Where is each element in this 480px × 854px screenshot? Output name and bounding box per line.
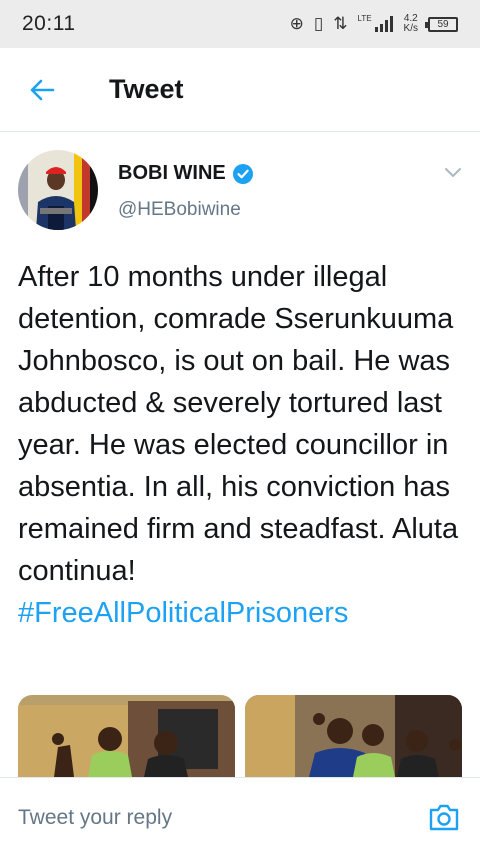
tweet-body: After 10 months under illegal detention,… <box>18 256 466 634</box>
avatar[interactable] <box>18 150 98 230</box>
display-name-text: BOBI WINE <box>118 162 226 184</box>
media-photo-1[interactable] <box>18 695 235 777</box>
arrow-left-icon[interactable] <box>28 76 56 104</box>
network-type: LTE <box>357 13 372 23</box>
vibrate-icon: ▯ <box>313 13 324 34</box>
chevron-down-icon[interactable] <box>444 164 462 182</box>
hashtag-link[interactable]: #FreeAllPoliticalPrisoners <box>18 592 466 634</box>
tweet-media <box>18 695 462 777</box>
status-time: 20:11 <box>22 12 76 35</box>
status-bar: 20:11 ⊕ ▯ ⇅ LTE 4.2 K/s 59 <box>0 0 480 48</box>
reply-bar: Tweet your reply <box>0 777 480 854</box>
tweet-text: After 10 months under illegal detention,… <box>18 261 459 587</box>
add-circle-icon: ⊕ <box>289 13 304 34</box>
tweet-author: BOBI WINE @HEBobiwine <box>18 150 462 240</box>
media-photo-2[interactable] <box>245 695 462 777</box>
user-handle[interactable]: @HEBobiwine <box>118 199 241 221</box>
battery-icon: 59 <box>425 16 458 32</box>
status-icons: ⊕ ▯ ⇅ LTE 4.2 K/s 59 <box>290 14 458 34</box>
camera-icon[interactable] <box>428 802 460 832</box>
display-name[interactable]: BOBI WINE <box>118 162 254 185</box>
speed-unit: K/s <box>403 23 418 34</box>
page-title: Tweet <box>109 74 184 104</box>
app-header: Tweet <box>0 48 480 132</box>
verified-badge-icon <box>232 163 253 184</box>
battery-level: 59 <box>437 18 449 30</box>
network-speed: 4.2 K/s <box>404 14 418 34</box>
data-arrows-icon: ⇅ <box>333 13 348 34</box>
signal-icon <box>374 16 393 32</box>
reply-input[interactable]: Tweet your reply <box>18 806 172 830</box>
